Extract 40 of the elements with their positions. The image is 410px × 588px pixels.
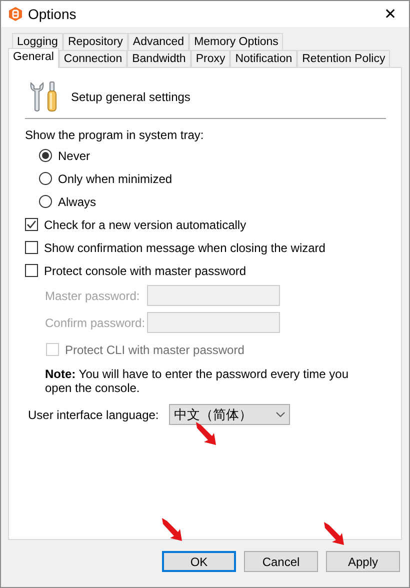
checkbox-label: Check for a new version automatically (44, 216, 246, 234)
wrench-screwdriver-icon (29, 81, 59, 112)
language-dropdown[interactable]: 中文（简体） (168, 404, 290, 425)
tab[interactable]: Retention Policy (297, 50, 390, 67)
chevron-down-icon (276, 412, 285, 417)
arrow-icon (323, 521, 345, 546)
field-label: Master password: (45, 288, 141, 304)
tab[interactable]: Repository (62, 33, 128, 50)
radio-button[interactable] (39, 195, 52, 208)
tab[interactable]: Bandwidth (127, 50, 191, 67)
dialog-button[interactable]: Cancel (244, 551, 318, 572)
note-text: Note: You will have to enter the password every time you open the console. (44, 367, 350, 395)
close-button[interactable]: ✕ (380, 6, 401, 22)
checkbox[interactable] (25, 218, 38, 231)
tab[interactable]: Proxy (190, 50, 230, 67)
tab[interactable]: Advanced (128, 33, 190, 50)
window-title: Options (28, 4, 76, 24)
checkbox-label: Protect CLI with master password (65, 342, 244, 358)
dialog-button[interactable]: Apply (326, 551, 400, 572)
radio-label: Never (58, 148, 90, 164)
checkbox-label: Protect console with master password (44, 262, 246, 280)
header-text: Setup general settings (71, 88, 190, 106)
field-label: User interface language: (28, 406, 159, 424)
group-label: Show the program in system tray: (25, 127, 205, 144)
radio-label: Only when minimized (58, 170, 172, 188)
checkbox[interactable] (25, 241, 38, 254)
app-logo-icon (9, 7, 22, 21)
radio-label: Always (58, 194, 96, 210)
radio-button[interactable] (39, 172, 52, 185)
tab[interactable]: Notification (230, 50, 298, 67)
radio-button[interactable] (39, 149, 52, 162)
checkbox[interactable] (25, 264, 38, 277)
checkbox-label: Show confirmation message when closing the wizard (44, 240, 326, 256)
field-label: Confirm password: (45, 314, 146, 332)
dialog-button[interactable]: OK (162, 551, 236, 572)
tab[interactable]: Memory Options (189, 33, 284, 50)
tab[interactable]: General (8, 48, 59, 68)
arrow-icon (161, 517, 183, 542)
tab[interactable]: Connection (58, 50, 128, 67)
arrow-icon (195, 421, 217, 446)
